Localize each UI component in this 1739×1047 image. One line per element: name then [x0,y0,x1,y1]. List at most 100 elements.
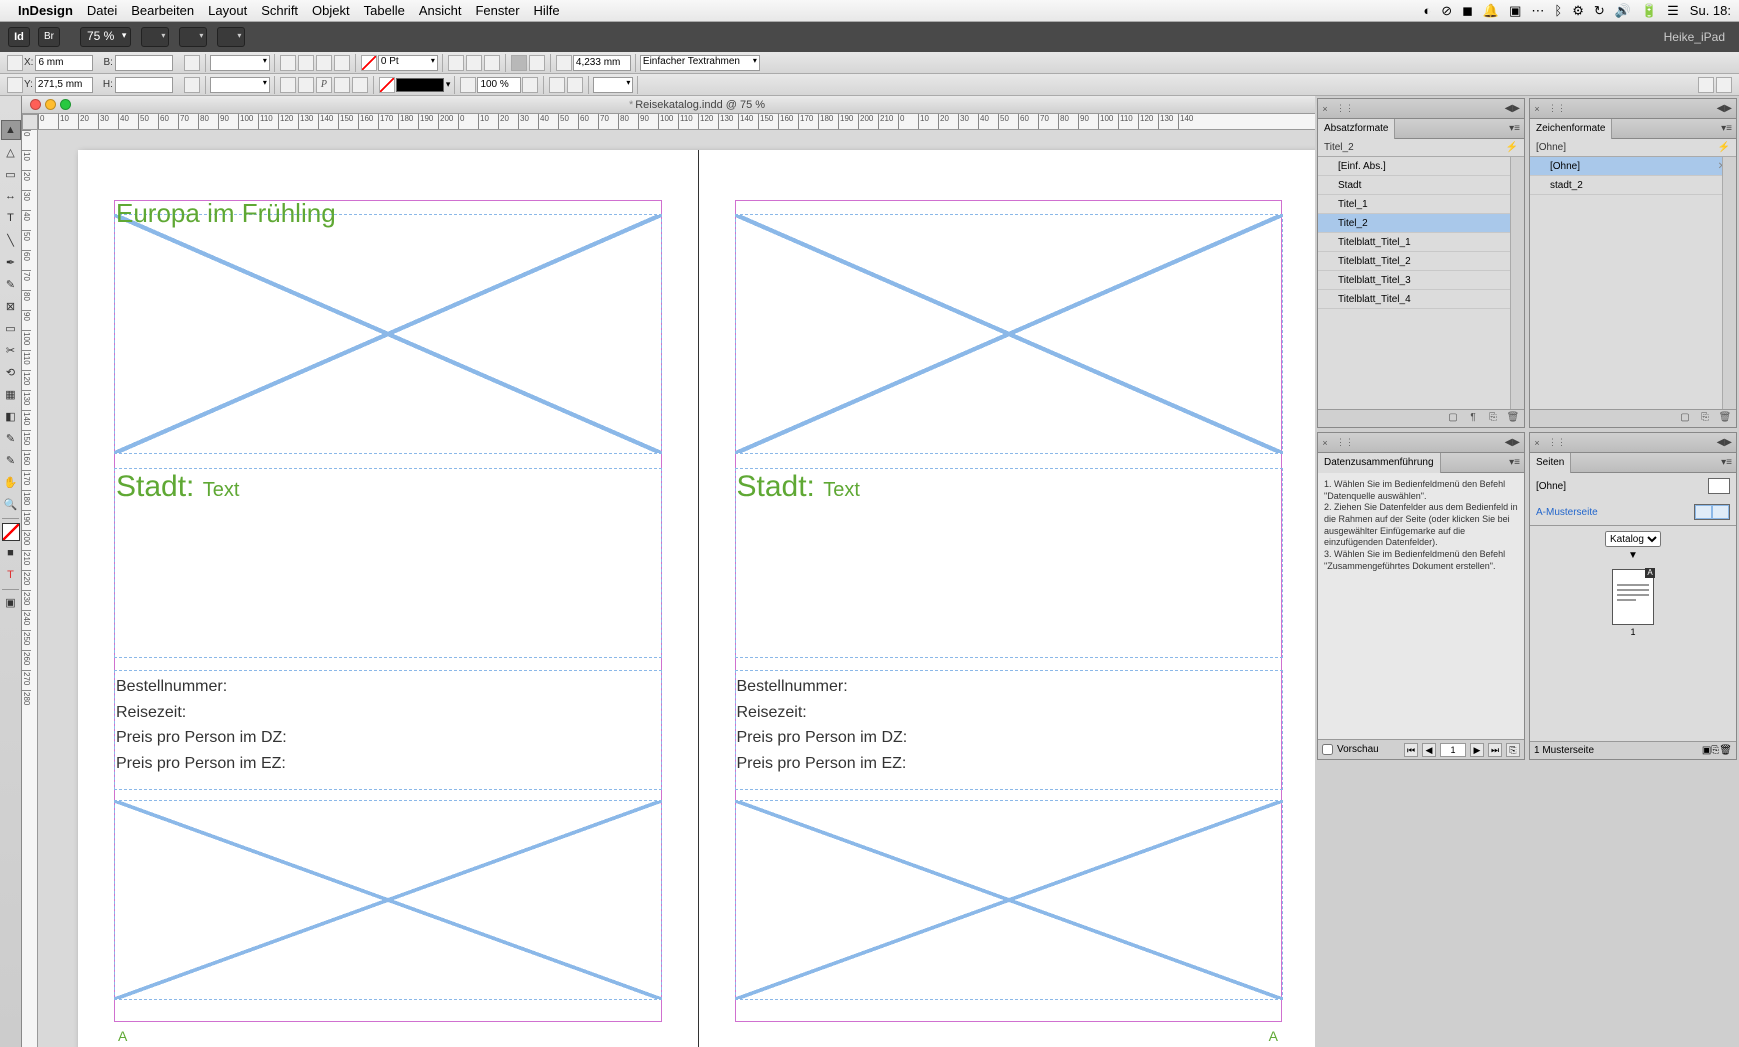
pencil-tool[interactable]: ✎ [1,274,21,294]
pen-tool[interactable]: ✒ [1,252,21,272]
fill-stroke-swatch[interactable] [2,523,20,541]
panel-close-icon[interactable]: × [1530,438,1544,448]
menu-bearbeiten[interactable]: Bearbeiten [131,3,194,18]
display-icon[interactable]: ▣ [1509,3,1521,19]
status-icon[interactable]: ◼ [1462,3,1473,19]
panel-collapse-icon[interactable]: ◀▶ [1501,103,1524,114]
ruler-origin[interactable] [22,114,38,130]
gap-tool[interactable]: ↔ [1,186,21,206]
extra-icon[interactable] [1698,77,1714,93]
corner-type-select[interactable] [593,77,633,93]
flip-h-icon[interactable] [316,55,332,71]
panel-tab[interactable]: Seiten [1530,453,1571,473]
apply-color-tool[interactable]: ■ [1,543,21,563]
rect-frame-tool[interactable]: ⊠ [1,296,21,316]
delete-page-icon[interactable]: 🗑 [1719,745,1732,756]
style-item[interactable]: [Einf. Abs.] [1318,157,1524,176]
screen-mode-tool[interactable]: ▣ [1,592,21,612]
percent-field[interactable] [477,77,521,93]
menu-hilfe[interactable]: Hilfe [534,3,560,18]
panel-menu-icon[interactable]: ▾≡ [1505,123,1524,134]
wrap-icon[interactable] [460,77,476,93]
b-field[interactable] [115,55,173,71]
status-icon[interactable]: ⊘ [1441,3,1452,19]
link-icon[interactable] [184,77,200,93]
master-none-row[interactable]: [Ohne] [1530,473,1736,499]
gradient-tool[interactable]: ▦ [1,384,21,404]
scrollbar[interactable] [1722,157,1736,409]
panel-close-icon[interactable]: × [1530,104,1544,114]
measure-field[interactable] [573,55,631,71]
panel-gripper-icon[interactable]: ⋮⋮ [1336,103,1354,114]
arrow-icon[interactable] [522,77,538,93]
quick-apply-icon[interactable]: ⚡ [1718,142,1730,153]
menu-schrift[interactable]: Schrift [261,3,298,18]
fill-swatch-icon[interactable] [361,55,377,71]
stroke-select[interactable] [210,55,270,71]
align-icon[interactable] [549,77,565,93]
type-tool[interactable]: T [1,208,21,228]
quick-apply-icon[interactable]: ⚡ [1506,142,1518,153]
workspace-name[interactable]: Heike_iPad [1664,30,1725,44]
style-item[interactable]: Stadt [1318,176,1524,195]
align-icon[interactable] [567,77,583,93]
stroke-swatch-icon[interactable] [379,77,395,93]
align-icon[interactable] [529,55,545,71]
menu-fenster[interactable]: Fenster [475,3,519,18]
close-button[interactable] [30,99,41,110]
status-icon[interactable]: ⋯ [1531,3,1544,19]
image-frame-2[interactable] [735,800,1283,1000]
rotate-ccw-icon[interactable] [280,55,296,71]
ref-point-icon[interactable] [7,77,23,93]
panel-collapse-icon[interactable]: ◀▶ [1501,437,1524,448]
ruler-horizontal[interactable]: 0102030405060708090100110120130140150160… [38,114,1315,130]
clear-override-icon[interactable]: ¶ [1466,412,1480,426]
flip-v-icon[interactable] [334,55,350,71]
style-item[interactable]: stadt_2 [1530,176,1736,195]
panel-menu-icon[interactable]: ▾≡ [1717,457,1736,468]
panel-tab[interactable]: Zeichenformate [1530,119,1612,139]
image-frame-2[interactable] [114,800,662,1000]
selection-tool[interactable]: ▲ [1,120,21,140]
menu-ansicht[interactable]: Ansicht [419,3,462,18]
delete-icon[interactable]: 🗑 [1506,412,1520,426]
note-tool[interactable]: ✎ [1,428,21,448]
image-frame[interactable] [735,214,1283,454]
style-item[interactable]: [Ohne]✕ [1530,157,1736,176]
line-tool[interactable]: ╲ [1,230,21,250]
wifi-icon[interactable]: ⚙ [1572,3,1584,19]
panel-tab[interactable]: Absatzformate [1318,119,1395,139]
transform-tool[interactable]: ⟲ [1,362,21,382]
stroke-style-swatch[interactable] [396,78,444,92]
rect-tool[interactable]: ▭ [1,318,21,338]
group-icon[interactable]: ▢ [1446,412,1460,426]
panel-gripper-icon[interactable]: ⋮⋮ [1548,437,1566,448]
edit-page-icon[interactable]: ▣ [1702,745,1711,756]
canvas[interactable]: Europa im Frühling Stadt: Text Bestellnu… [38,130,1315,1047]
y-field[interactable] [35,77,93,93]
apply-none-tool[interactable]: T [1,565,21,585]
flip-icon[interactable] [334,77,350,93]
sync-icon[interactable]: ↻ [1594,3,1605,19]
bluetooth-icon[interactable]: ᛒ [1554,3,1562,18]
app-name[interactable]: InDesign [18,3,73,18]
corners-icon[interactable] [556,55,572,71]
volume-icon[interactable]: 🔊 [1615,3,1631,19]
page-thumb[interactable]: A [1612,569,1654,625]
page-left[interactable]: Europa im Frühling Stadt: Text Bestellnu… [78,150,699,1047]
merge-page-field[interactable] [1440,743,1466,757]
menu-objekt[interactable]: Objekt [312,3,350,18]
zoom-select[interactable]: 75 % [80,27,131,47]
next-page-button[interactable]: ▶ [1470,743,1484,757]
menu-tabelle[interactable]: Tabelle [364,3,405,18]
last-page-button[interactable]: ⏭ [1488,743,1502,757]
direct-selection-tool[interactable]: △ [1,142,21,162]
style-item[interactable]: Titelblatt_Titel_4 [1318,290,1524,309]
extra-icon[interactable] [1716,77,1732,93]
layout-select[interactable]: Katalog [1605,531,1661,547]
merge-create-button[interactable]: ⎘ [1506,743,1520,757]
eyedropper-tool[interactable]: ✎ [1,450,21,470]
zoom-tool[interactable]: 🔍 [1,494,21,514]
style-item[interactable]: Titel_2 [1318,214,1524,233]
link-icon[interactable] [184,55,200,71]
